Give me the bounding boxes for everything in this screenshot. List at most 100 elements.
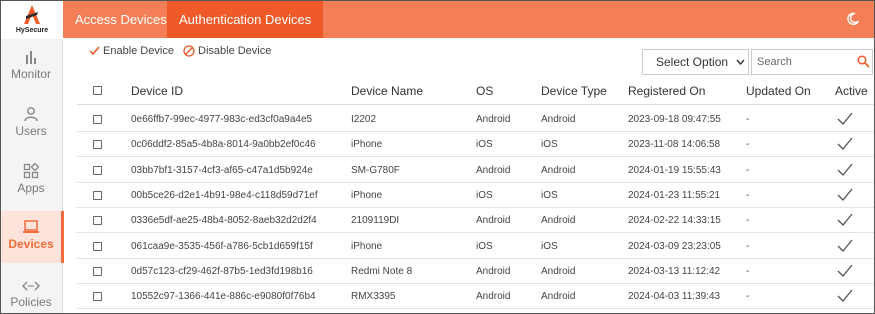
enable-device-label: Enable Device: [103, 45, 174, 57]
cell-device-type: iOS: [541, 240, 558, 252]
cell-device-id: 0d57c123-cf29-462f-87b5-1ed3fd198b16: [131, 265, 313, 277]
active-check-icon: [837, 213, 853, 227]
table-row[interactable]: 10552c97-1366-441e-886c-e9080f0f76b4 RMX3…: [77, 284, 874, 310]
cell-device-name: I2202: [351, 114, 377, 125]
header-updated-on[interactable]: Updated On: [746, 77, 811, 105]
moon-icon[interactable]: [846, 12, 860, 26]
cell-device-id: 061caa9e-3535-456f-a786-5cb1d659f15f: [131, 240, 313, 252]
cell-device-name: iPhone: [351, 189, 383, 201]
table-row[interactable]: 061caa9e-3535-456f-a786-5cb1d659f15f iPho…: [77, 234, 874, 259]
cell-registered-on: 2024-03-13 11:12:42: [628, 265, 721, 277]
row-checkbox[interactable]: [93, 241, 102, 251]
table-row[interactable]: 0e66ffb7-99ec-4977-983c-ed3cf0a9a4e5 I220…: [77, 107, 874, 132]
code-arrows-icon: [22, 281, 40, 291]
header-active[interactable]: Active: [835, 77, 868, 105]
select-value: Select Option: [656, 55, 729, 69]
checkmark-icon: [89, 46, 100, 56]
sidebar-item-apps[interactable]: Apps: [1, 155, 61, 207]
cell-device-name: Redmi Note 8: [351, 265, 413, 277]
cell-registered-on: 2024-04-03 11:39:43: [628, 291, 721, 303]
logo-text: HySecure: [15, 27, 49, 34]
select-all-checkbox[interactable]: [93, 86, 102, 95]
active-indicator: [61, 211, 64, 263]
cell-registered-on: 2024-01-23 11:55:21: [628, 189, 721, 201]
table-row[interactable]: 0336e5df-ae25-48b4-8052-8aeb32d2d2f4 2109…: [77, 208, 874, 234]
app-window: HySecure Monitor Users Apps Devices Poli…: [0, 0, 875, 314]
active-check-icon: [837, 112, 853, 125]
apps-icon: [23, 163, 39, 179]
cell-os: iOS: [476, 189, 493, 201]
active-check-icon: [837, 239, 853, 252]
user-icon: [24, 107, 38, 122]
cell-registered-on: 2023-09-18 09:47:55: [628, 114, 721, 125]
sidebar-item-users[interactable]: Users: [1, 98, 61, 150]
cell-registered-on: 2023-11-08 14:06:58: [628, 139, 721, 151]
tab-access-devices[interactable]: Access Devices: [63, 1, 179, 38]
header-os[interactable]: OS: [476, 77, 493, 105]
tab-authentication-devices[interactable]: Authentication Devices: [167, 1, 324, 38]
active-check-icon: [837, 264, 853, 277]
cell-device-name: RMX3395: [351, 291, 396, 303]
search-input[interactable]: Search: [751, 49, 873, 75]
hysecure-logo-icon: [24, 5, 40, 24]
row-checkbox[interactable]: [93, 266, 102, 276]
cell-device-id: 00b5ce26-d2e1-4b91-98e4-c118d59d71ef: [131, 189, 318, 201]
search-icon[interactable]: [857, 55, 870, 68]
cell-device-type: iOS: [541, 139, 558, 151]
table-row[interactable]: 0d57c123-cf29-462f-87b5-1ed3fd198b16 Redm…: [77, 259, 874, 284]
active-check-icon: [837, 163, 853, 176]
row-checkbox[interactable]: [93, 216, 102, 226]
cell-device-type: Android: [541, 265, 576, 277]
cell-updated-on: -: [746, 291, 750, 303]
sidebar-item-label: Apps: [17, 181, 45, 195]
cell-device-name: SM-G780F: [351, 164, 400, 176]
search-placeholder: Search: [757, 56, 792, 68]
row-checkbox[interactable]: [93, 140, 102, 150]
chevron-down-icon: [736, 59, 745, 65]
row-checkbox[interactable]: [93, 292, 102, 302]
disable-device-label: Disable Device: [198, 45, 272, 57]
disable-device-button[interactable]: Disable Device: [183, 45, 271, 57]
bar-chart-icon: [26, 51, 36, 64]
table-header-row: Device ID Device Name OS Device Type Reg…: [77, 77, 874, 105]
cell-device-id: 10552c97-1366-441e-886c-e9080f0f76b4: [131, 291, 316, 303]
laptop-icon: [23, 220, 39, 233]
row-checkbox[interactable]: [93, 165, 102, 175]
sidebar-item-monitor[interactable]: Monitor: [1, 41, 61, 93]
sidebar-item-label: Devices: [8, 237, 54, 251]
cell-device-id: 0e66ffb7-99ec-4977-983c-ed3cf0a9a4e5: [131, 114, 313, 125]
ban-icon: [183, 45, 195, 57]
cell-device-name: iPhone: [351, 240, 383, 252]
cell-device-type: Android: [541, 114, 576, 125]
table-row[interactable]: 00b5ce26-d2e1-4b91-98e4-c118d59d71ef iPho…: [77, 183, 874, 208]
cell-registered-on: 2024-01-19 15:55:43: [628, 164, 721, 176]
header-device-id[interactable]: Device ID: [131, 77, 183, 105]
cell-updated-on: -: [746, 164, 750, 176]
table-row[interactable]: 0c06ddf2-85a5-4b8a-8014-9a0bb2ef0c46 iPho…: [77, 132, 874, 158]
cell-device-type: Android: [541, 164, 576, 176]
header-registered-on[interactable]: Registered On: [628, 77, 705, 105]
sidebar-item-policies[interactable]: Policies: [1, 271, 61, 313]
cell-os: iOS: [476, 240, 493, 252]
cell-os: Android: [476, 291, 511, 303]
table-row[interactable]: 03bb7bf1-3157-4cf3-af65-c47a1d5b924e SM-G…: [77, 158, 874, 183]
cell-os: Android: [476, 215, 511, 227]
cell-device-id: 0c06ddf2-85a5-4b8a-8014-9a0bb2ef0c46: [131, 139, 316, 151]
select-option-dropdown[interactable]: Select Option: [642, 49, 749, 75]
cell-registered-on: 2024-03-09 23:23:05: [628, 240, 721, 252]
cell-updated-on: -: [746, 215, 750, 227]
cell-os: Android: [476, 265, 511, 277]
header-device-type[interactable]: Device Type: [541, 77, 607, 105]
sidebar-item-label: Monitor: [10, 67, 51, 81]
active-check-icon: [837, 137, 853, 151]
enable-device-button[interactable]: Enable Device: [89, 45, 174, 57]
row-checkbox[interactable]: [93, 115, 102, 124]
sidebar-item-devices[interactable]: Devices: [1, 211, 64, 263]
cell-device-type: iOS: [541, 189, 558, 201]
active-check-icon: [837, 289, 853, 303]
cell-updated-on: -: [746, 265, 750, 277]
row-checkbox[interactable]: [93, 190, 102, 200]
cell-registered-on: 2024-02-22 14:33:15: [628, 215, 721, 227]
header-device-name[interactable]: Device Name: [351, 77, 423, 105]
active-check-icon: [837, 188, 853, 201]
